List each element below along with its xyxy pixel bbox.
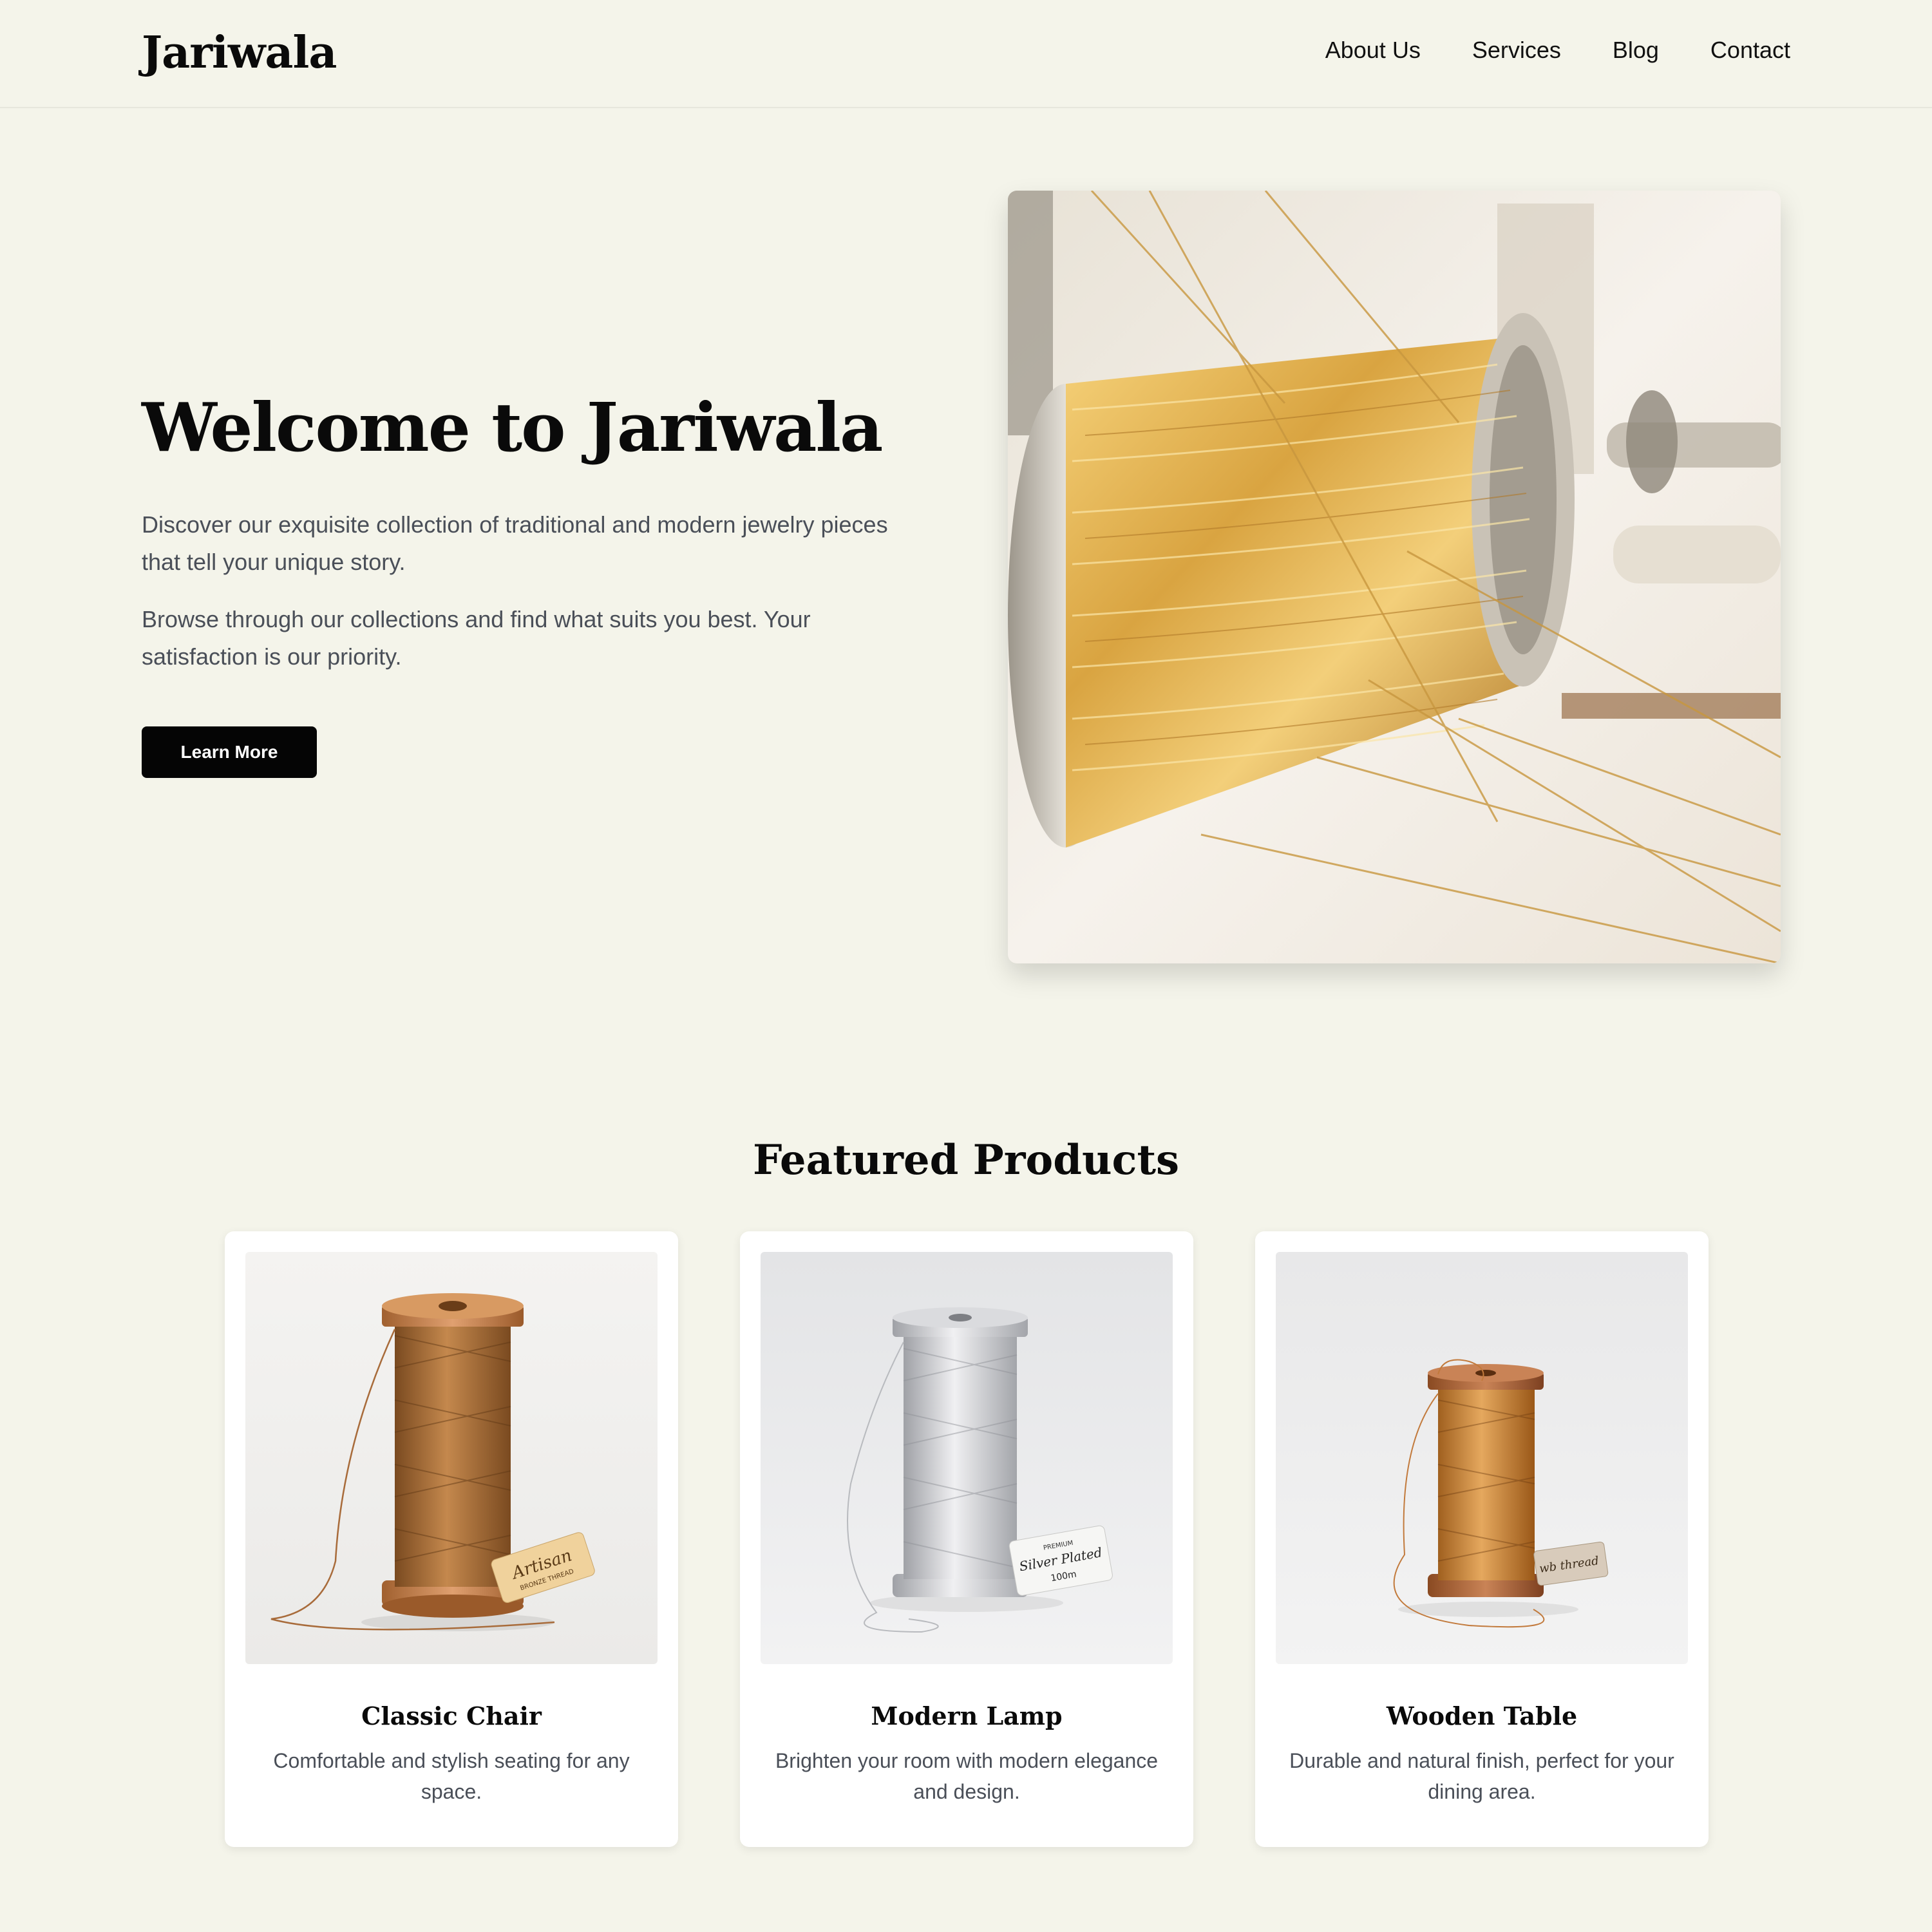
featured-products-title: Featured Products (752, 1136, 1180, 1184)
silver-spool-illustration: PREMIUM Silver Plated 100m (761, 1252, 1173, 1664)
product-name[interactable]: Wooden Table (1255, 1701, 1709, 1730)
nav-blog-link[interactable]: Blog (1613, 33, 1659, 67)
hero-image-gold-thread-spool (1008, 191, 1781, 963)
product-name[interactable]: Modern Lamp (740, 1701, 1193, 1730)
nav-contact-link[interactable]: Contact (1710, 33, 1790, 67)
bronze-spool-illustration: Artisan BRONZE THREAD (245, 1252, 658, 1664)
nav-services-link[interactable]: Services (1472, 33, 1561, 67)
hero-paragraph-2: Browse through our collections and find … (142, 606, 811, 670)
product-card-modern-lamp[interactable]: PREMIUM Silver Plated 100m Modern Lamp B… (740, 1231, 1193, 1847)
hero-paragraph-1: Discover our exquisite collection of tra… (142, 511, 888, 575)
learn-more-button[interactable]: Learn More (142, 726, 317, 778)
copper-spool-illustration: wb thread (1276, 1252, 1688, 1664)
product-name[interactable]: Classic Chair (225, 1701, 678, 1730)
product-card-classic-chair[interactable]: Artisan BRONZE THREAD Classic Chair Comf… (225, 1231, 678, 1847)
product-image-silver-spool[interactable]: PREMIUM Silver Plated 100m (761, 1252, 1173, 1664)
main-nav: About Us Services Blog Contact (1325, 33, 1790, 67)
product-description: Comfortable and stylish seating for any … (273, 1749, 630, 1803)
product-image-copper-spool[interactable]: wb thread (1276, 1252, 1688, 1664)
product-card-wooden-table[interactable]: wb thread Wooden Table Durable and natur… (1255, 1231, 1709, 1847)
hero-title: Welcome to Jariwala (142, 388, 883, 467)
site-header: Jariwala About Us Services Blog Contact (0, 0, 1932, 108)
gold-thread-spool-illustration (1008, 191, 1781, 963)
brand-logo[interactable]: Jariwala (142, 27, 337, 79)
product-description: Brighten your room with modern elegance … (775, 1749, 1159, 1803)
nav-about-us-link[interactable]: About Us (1325, 33, 1421, 67)
product-image-bronze-spool[interactable]: Artisan BRONZE THREAD (245, 1252, 658, 1664)
product-description: Durable and natural finish, perfect for … (1289, 1749, 1674, 1803)
